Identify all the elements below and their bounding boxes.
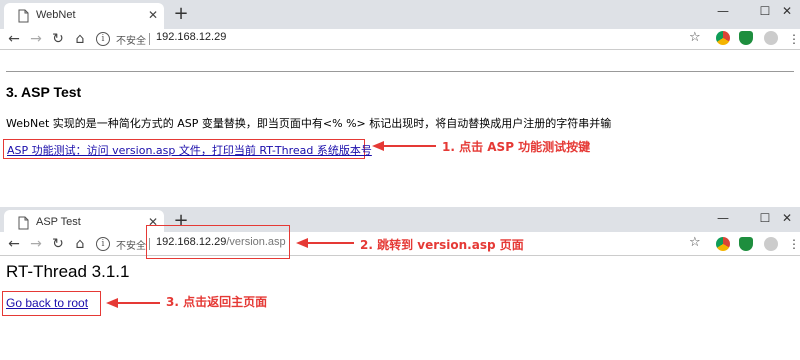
arrow-3-icon [106, 298, 160, 308]
extension-shield-icon[interactable] [739, 31, 753, 45]
info-icon[interactable]: i [96, 237, 110, 251]
minimize-button[interactable]: — [706, 207, 740, 229]
home-button[interactable]: ⌂ [70, 234, 90, 254]
extension-gray-icon[interactable] [764, 237, 778, 251]
url-text[interactable]: 192.168.12.29 [156, 31, 226, 43]
close-tab-icon[interactable]: ✕ [146, 5, 160, 25]
go-back-link[interactable]: Go back to root [6, 296, 88, 310]
arrow-2-icon [296, 238, 354, 248]
page-icon [18, 9, 29, 23]
asp-test-link[interactable]: ASP 功能测试：访问 version.asp 文件，打印当前 RT-Threa… [7, 142, 372, 158]
forward-button[interactable]: → [26, 29, 46, 49]
bookmark-star-icon[interactable]: ☆ [689, 30, 701, 45]
section-heading: 3. ASP Test [6, 84, 82, 100]
version-title: RT-Thread 3.1.1 [6, 262, 130, 281]
back-button[interactable]: ← [4, 234, 24, 254]
tab-webnet[interactable]: WebNet ✕ [4, 3, 164, 29]
highlight-box-url [146, 225, 290, 259]
insecure-label: 不安全 [116, 241, 146, 252]
address-bar[interactable]: i 不安全 192.168.12.29 [94, 29, 714, 49]
description-text: WebNet 实现的是一种简化方式的 ASP 变量替换，即当页面中有<% %> … [6, 117, 612, 130]
reload-button[interactable]: ↻ [48, 29, 68, 49]
extension-chrome-icon[interactable] [716, 31, 730, 45]
divider [6, 71, 794, 72]
insecure-label: 不安全 [116, 36, 146, 47]
menu-icon[interactable]: ⋮ [788, 29, 800, 49]
close-window-button[interactable]: ✕ [770, 0, 800, 22]
page-icon [18, 216, 29, 230]
annotation-1: 1. 点击 ASP 功能测试按键 [442, 140, 591, 154]
new-tab-button[interactable]: + [170, 2, 192, 26]
tab-title: WebNet [36, 9, 76, 21]
bookmark-star-icon[interactable]: ☆ [689, 235, 701, 250]
tab-title: ASP Test [36, 216, 81, 228]
extension-shield-icon[interactable] [739, 237, 753, 251]
browser-window-asp-test: ASP Test ✕ + — ☐ ✕ ← → ↻ ⌂ i 不安全 192.168… [0, 207, 800, 360]
separator [149, 33, 150, 45]
menu-icon[interactable]: ⋮ [788, 234, 800, 254]
reload-button[interactable]: ↻ [48, 234, 68, 254]
arrow-1-icon [372, 141, 436, 151]
forward-button[interactable]: → [26, 234, 46, 254]
extension-chrome-icon[interactable] [716, 237, 730, 251]
tab-bar: WebNet ✕ + — ☐ ✕ [0, 0, 800, 29]
info-icon[interactable]: i [96, 32, 110, 46]
home-button[interactable]: ⌂ [70, 29, 90, 49]
annotation-3: 3. 点击返回主页面 [166, 295, 268, 309]
extension-gray-icon[interactable] [764, 31, 778, 45]
close-window-button[interactable]: ✕ [770, 207, 800, 229]
minimize-button[interactable]: — [706, 0, 740, 22]
toolbar: ← → ↻ ⌂ i 不安全 192.168.12.29 ☆ ⋮ [0, 29, 800, 50]
annotation-2: 2. 跳转到 version.asp 页面 [360, 238, 524, 252]
browser-window-webnet: WebNet ✕ + — ☐ ✕ ← → ↻ ⌂ i 不安全 192.168.1… [0, 0, 800, 205]
back-button[interactable]: ← [4, 29, 24, 49]
